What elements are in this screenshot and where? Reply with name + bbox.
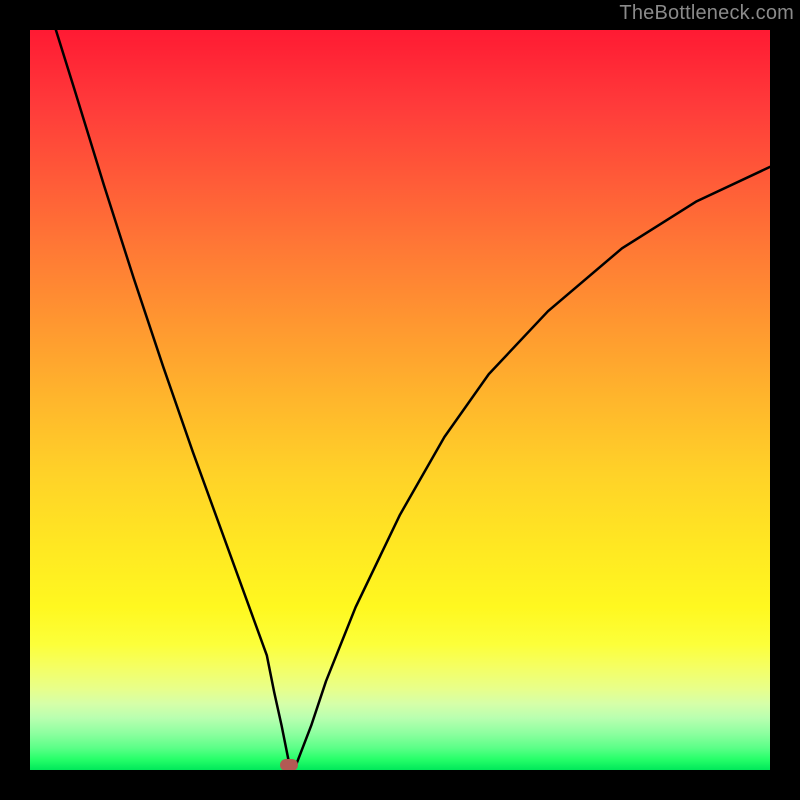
watermark-text: TheBottleneck.com [619,2,794,25]
minimum-marker [280,759,298,770]
bottleneck-curve [30,30,770,770]
chart-frame: TheBottleneck.com [0,0,800,800]
plot-area [30,30,770,770]
